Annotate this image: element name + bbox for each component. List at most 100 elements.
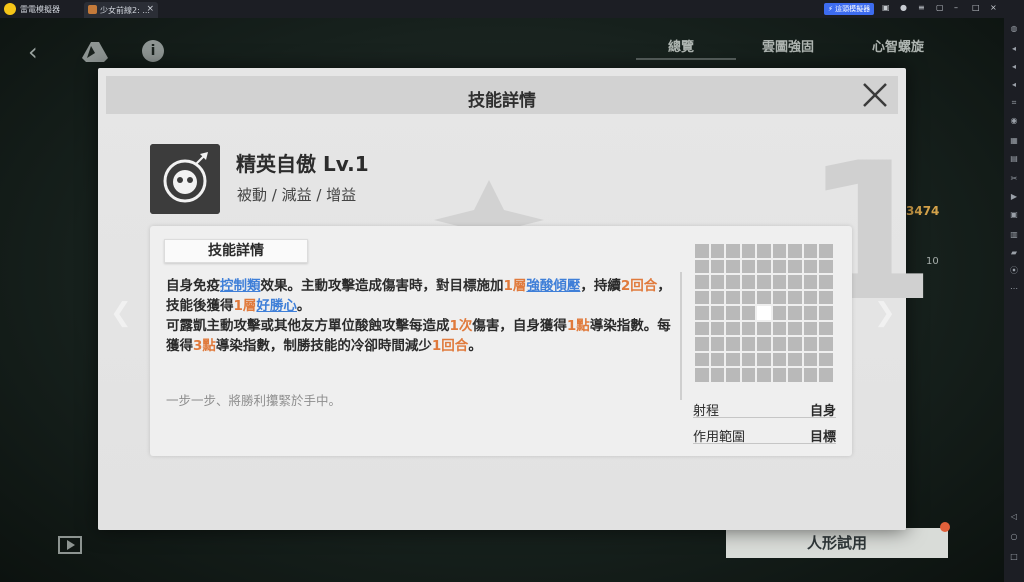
emulator-sidebar: ◍ ◂ ◂ ◂ ⌗ ◉ ▦ ▤ ✂ ▶ ▣ ▥ ▰ ⦿ ⋯ ◁ ○ □ bbox=[1004, 18, 1024, 582]
tab-skill-detail[interactable]: 技能詳情 bbox=[164, 239, 308, 263]
highlight-value: 1次 bbox=[449, 318, 473, 334]
settings-icon[interactable]: ◍ bbox=[1009, 24, 1019, 33]
range-cell bbox=[788, 352, 802, 367]
sync-button[interactable]: ⚡ 這頭模擬器 bbox=[824, 3, 875, 15]
range-cell bbox=[803, 368, 818, 382]
close-window-icon[interactable]: × bbox=[990, 3, 997, 12]
copy-icon[interactable]: ▥ bbox=[1009, 230, 1019, 239]
tab-overview[interactable]: 總覽 bbox=[668, 36, 694, 55]
range-cell bbox=[788, 259, 802, 274]
range-cell bbox=[803, 259, 818, 274]
range-cell bbox=[788, 290, 802, 305]
record-icon[interactable]: ◉ bbox=[1009, 116, 1019, 125]
restore-icon[interactable]: ▢ bbox=[936, 3, 944, 12]
range-cell bbox=[695, 352, 709, 367]
range-cell bbox=[803, 321, 818, 336]
video-icon[interactable]: ▶ bbox=[1009, 192, 1019, 201]
range-cell bbox=[726, 352, 740, 367]
desc-text: 。 bbox=[296, 298, 311, 314]
back-arrow-icon[interactable]: ‹ bbox=[28, 40, 38, 64]
desc-text: 自身免疫 bbox=[166, 278, 220, 294]
screenshot-icon[interactable]: ⌗ bbox=[1009, 98, 1019, 107]
volume-down-icon[interactable]: ◂ bbox=[1009, 62, 1019, 71]
stat-value: 自身 bbox=[809, 404, 836, 419]
range-cell bbox=[695, 244, 709, 258]
range-cell bbox=[788, 275, 802, 289]
range-cell bbox=[819, 259, 833, 274]
desc-text: 效果。主動攻擊造成傷害時，對目標施加 bbox=[260, 278, 504, 294]
tab-underline bbox=[636, 58, 736, 60]
range-cell bbox=[788, 244, 802, 258]
range-cell bbox=[803, 275, 818, 289]
keyboard-icon[interactable]: ▦ bbox=[1009, 136, 1019, 145]
location-icon[interactable]: ⦿ bbox=[1009, 266, 1019, 275]
minimize-icon[interactable]: – bbox=[954, 3, 958, 12]
range-cell bbox=[803, 337, 818, 351]
tab-close-icon[interactable]: × bbox=[146, 4, 154, 14]
range-cell bbox=[726, 321, 740, 336]
skill-detail-modal: 技能詳情 1 精英自傲 Lv.1 被動 / 減益 / 增益 技能詳情 自身免疫控… bbox=[98, 68, 936, 530]
keyword-link[interactable]: 控制類 bbox=[220, 278, 261, 294]
range-cell bbox=[695, 337, 709, 351]
tab-mind[interactable]: 心智螺旋 bbox=[872, 36, 924, 55]
description-scrollbar[interactable] bbox=[680, 272, 682, 400]
tab-cloud[interactable]: 雲圖強固 bbox=[762, 36, 814, 55]
range-cell bbox=[710, 244, 725, 258]
range-cell bbox=[757, 244, 771, 258]
tab-game[interactable]: 少女前線2: ... × bbox=[84, 2, 158, 18]
emulator-logo-icon bbox=[4, 3, 16, 15]
info-icon[interactable]: i bbox=[142, 40, 164, 62]
next-skill-arrow-icon[interactable]: ❯ bbox=[874, 300, 896, 326]
range-cell bbox=[741, 352, 756, 367]
range-cell bbox=[741, 337, 756, 351]
range-cell bbox=[726, 290, 740, 305]
recent-nav-icon[interactable]: □ bbox=[1009, 552, 1019, 561]
try-character-button[interactable]: 人形試用 bbox=[726, 528, 948, 558]
highlight-value: 2回合 bbox=[620, 278, 658, 294]
game-favicon-icon bbox=[88, 5, 97, 14]
account-icon[interactable]: ● bbox=[900, 3, 907, 12]
range-cell bbox=[741, 259, 756, 274]
highlight-value: 1點 bbox=[566, 318, 590, 334]
volume-icon[interactable]: ◂ bbox=[1009, 80, 1019, 89]
script-icon[interactable]: ▣ bbox=[1009, 210, 1019, 219]
gift-icon[interactable]: ▣ bbox=[882, 3, 890, 12]
apk-icon[interactable]: ▤ bbox=[1009, 154, 1019, 163]
back-nav-icon[interactable]: ◁ bbox=[1009, 512, 1019, 521]
menu-icon[interactable]: ≡ bbox=[918, 3, 925, 12]
volume-up-icon[interactable]: ◂ bbox=[1009, 44, 1019, 53]
sync-label: 這頭模擬器 bbox=[835, 5, 871, 13]
range-cell bbox=[710, 259, 725, 274]
range-cell bbox=[695, 306, 709, 320]
keyword-link[interactable]: 強酸傾壓 bbox=[526, 278, 580, 294]
range-cell bbox=[757, 368, 771, 382]
more-icon[interactable]: ⋯ bbox=[1009, 284, 1019, 293]
range-grid bbox=[695, 244, 833, 382]
range-cell bbox=[726, 259, 740, 274]
close-icon[interactable] bbox=[860, 80, 890, 110]
stat-row-range: 射程 自身 bbox=[693, 400, 836, 419]
range-cell bbox=[757, 275, 771, 289]
stat-label: 作用範圍 bbox=[693, 430, 746, 445]
range-cell bbox=[819, 306, 833, 320]
folder-icon[interactable]: ▰ bbox=[1009, 248, 1019, 257]
stat-label: 射程 bbox=[693, 404, 720, 419]
range-cell bbox=[819, 275, 833, 289]
modal-header: 技能詳情 bbox=[106, 76, 898, 114]
drive-icon[interactable] bbox=[82, 42, 108, 62]
highlight-value: 1回合 bbox=[431, 338, 469, 354]
range-cell bbox=[710, 368, 725, 382]
skill-tags: 被動 / 減益 / 增益 bbox=[237, 186, 357, 204]
home-nav-icon[interactable]: ○ bbox=[1009, 532, 1019, 541]
highlight-value: 1層 bbox=[233, 298, 257, 314]
keyword-link[interactable]: 好勝心 bbox=[256, 298, 297, 314]
range-cell bbox=[803, 244, 818, 258]
play-video-icon[interactable] bbox=[58, 536, 82, 554]
range-cell bbox=[757, 321, 771, 336]
range-cell bbox=[741, 290, 756, 305]
scissors-icon[interactable]: ✂ bbox=[1009, 174, 1019, 183]
prev-skill-arrow-icon[interactable]: ❮ bbox=[110, 300, 132, 326]
modal-title: 技能詳情 bbox=[468, 91, 536, 111]
maximize-icon[interactable]: □ bbox=[972, 3, 980, 12]
range-cell bbox=[726, 275, 740, 289]
